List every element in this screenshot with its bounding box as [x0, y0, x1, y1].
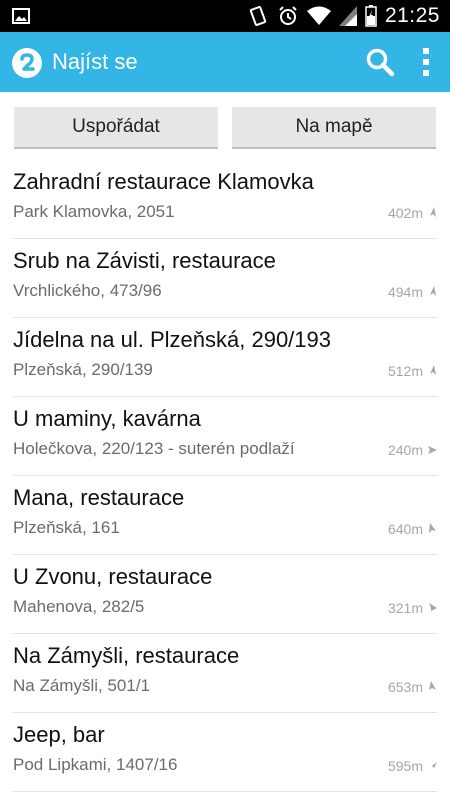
- restaurant-distance: 653m: [387, 679, 423, 695]
- alarm-icon: [277, 5, 299, 27]
- direction-arrow-icon: [430, 365, 436, 375]
- restaurant-distance: 240m: [387, 442, 423, 458]
- image-notification-icon: [12, 8, 30, 24]
- restaurant-address: Holečkova, 220/123 - suterén podlaží: [13, 439, 295, 458]
- status-bar: 21:25: [0, 0, 450, 32]
- list-item[interactable]: U maminy, kavárna Holečkova, 220/123 - s…: [13, 397, 437, 476]
- restaurant-distance: 595m: [387, 758, 423, 774]
- restaurant-address: Plzeňská, 290/139: [13, 360, 153, 379]
- list-item[interactable]: Mana, restaurace Plzeňská, 161 640m: [13, 476, 437, 555]
- list-item[interactable]: Na Zámyšli, restaurace Na Zámyšli, 501/1…: [13, 634, 437, 713]
- restaurant-name: Mana, restaurace: [13, 485, 185, 510]
- restaurant-distance: 402m: [387, 205, 423, 221]
- direction-arrow-icon: [430, 286, 436, 296]
- restaurant-address: Na Zámyšli, 501/1: [13, 676, 150, 695]
- restaurant-name: Jeep, bar: [13, 722, 105, 747]
- list-item[interactable]: Jeep, bar Pod Lipkami, 1407/16 595m: [13, 713, 437, 792]
- restaurant-name: Zahradní restaurace Klamovka: [13, 169, 314, 194]
- restaurant-distance: 640m: [387, 521, 423, 537]
- restaurant-name: U maminy, kavárna: [13, 406, 201, 431]
- restaurant-distance: 321m: [387, 600, 423, 616]
- restaurant-address: Pod Lipkami, 1407/16: [13, 755, 178, 774]
- battery-icon: [365, 5, 377, 27]
- restaurant-distance: 512m: [387, 363, 423, 379]
- search-icon[interactable]: [360, 44, 400, 80]
- restaurant-address: Mahenova, 282/5: [13, 597, 145, 616]
- wifi-icon: [306, 6, 331, 26]
- action-bar: Najíst se: [0, 32, 450, 92]
- restaurant-distance: 494m: [387, 284, 423, 300]
- restaurant-address: Park Klamovka, 2051: [13, 202, 175, 221]
- restaurant-name: Na Zámyšli, restaurace: [13, 643, 240, 668]
- restaurant-name: U Zvonu, restaurace: [13, 564, 213, 589]
- restaurant-name: Jídelna na ul. Plzeňská, 290/193: [13, 327, 332, 352]
- direction-arrow-icon: [428, 762, 437, 769]
- page-title: Najíst se: [52, 49, 138, 74]
- list-item[interactable]: Zahradní restaurace Klamovka Park Klamov…: [13, 160, 437, 239]
- direction-arrow-icon: [430, 207, 436, 217]
- sort-button[interactable]: Uspořádat: [14, 107, 218, 149]
- button-row: Uspořádat Na mapě: [0, 92, 450, 160]
- list-item[interactable]: U Zvonu, restaurace Mahenova, 282/5 321m: [13, 555, 437, 634]
- list-item[interactable]: Jídelna na ul. Plzeňská, 290/193 Plzeňsk…: [13, 318, 437, 397]
- list-item[interactable]: Srub na Závisti, restaurace Vrchlického,…: [13, 239, 437, 318]
- direction-arrow-icon: [428, 446, 437, 454]
- overflow-menu-icon[interactable]: [412, 44, 440, 80]
- restaurant-address: Vrchlického, 473/96: [13, 281, 162, 300]
- direction-arrow-icon: [429, 603, 437, 611]
- restaurant-address: Plzeňská, 161: [13, 518, 120, 537]
- direction-arrow-icon: [429, 681, 436, 690]
- signal-icon: [338, 6, 357, 26]
- restaurant-list: Zahradní restaurace Klamovka Park Klamov…: [0, 160, 450, 792]
- direction-arrow-icon: [429, 523, 436, 533]
- status-time: 21:25: [384, 4, 440, 27]
- app-logo-icon[interactable]: [12, 48, 42, 78]
- restaurant-name: Srub na Závisti, restaurace: [13, 248, 276, 273]
- map-button[interactable]: Na mapě: [232, 107, 436, 149]
- vibrate-icon: [247, 5, 269, 27]
